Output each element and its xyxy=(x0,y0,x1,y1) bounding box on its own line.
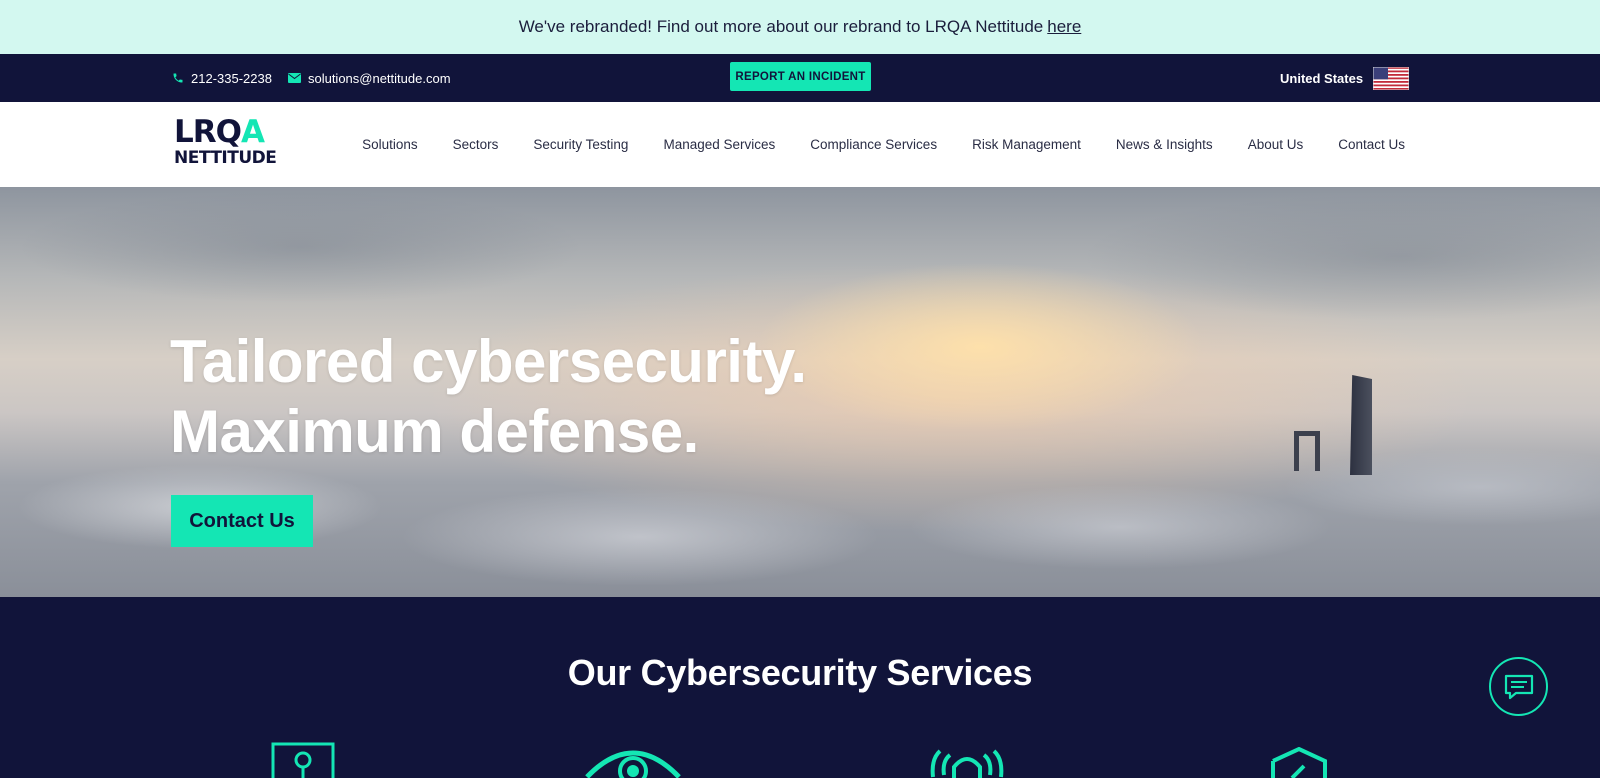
nav-item-solutions[interactable]: Solutions xyxy=(362,137,418,152)
email-address: solutions@nettitude.com xyxy=(307,70,451,86)
report-incident-button[interactable]: REPORT AN INCIDENT xyxy=(730,62,871,91)
nav-item-sectors[interactable]: Sectors xyxy=(453,137,499,152)
us-flag-icon xyxy=(1373,66,1410,90)
nav-menu: Solutions Sectors Security Testing Manag… xyxy=(362,102,1405,187)
phone-link[interactable]: 212-335-2238 xyxy=(172,71,272,86)
chat-icon xyxy=(1504,674,1533,699)
alarm-icon xyxy=(930,749,1004,778)
envelope-icon xyxy=(287,73,301,83)
hero-contact-button[interactable]: Contact Us xyxy=(171,495,313,547)
hero-banner: Tailored cybersecurity. Maximum defense.… xyxy=(0,187,1600,597)
country-selector[interactable]: United States xyxy=(1280,54,1410,102)
services-title: Our Cybersecurity Services xyxy=(567,652,1033,693)
logo-text-lrq: LRQ xyxy=(174,114,242,150)
banner-text: We've rebranded! Find out more about our… xyxy=(518,17,1044,36)
email-link[interactable]: solutions@nettitude.com xyxy=(287,70,451,86)
hero-headline-line2: Maximum defense. xyxy=(170,398,699,465)
shield-icon xyxy=(1271,747,1327,778)
logo[interactable]: LRQA NETTITUDE xyxy=(174,114,277,172)
nav-item-news-insights[interactable]: News & Insights xyxy=(1116,137,1213,152)
nav-item-risk-management[interactable]: Risk Management xyxy=(972,137,1081,152)
services-section: Our Cybersecurity Services xyxy=(0,597,1600,778)
keyhole-icon xyxy=(271,742,335,778)
hero-headline: Tailored cybersecurity. Maximum defense. xyxy=(170,327,807,467)
nav-item-security-testing[interactable]: Security Testing xyxy=(533,137,628,152)
skyscraper-small xyxy=(1294,431,1320,471)
eye-icon xyxy=(585,750,681,778)
main-nav: LRQA NETTITUDE Solutions Sectors Securit… xyxy=(0,102,1600,187)
country-label: United States xyxy=(1280,70,1364,86)
utility-bar: 212-335-2238 solutions@nettitude.com REP… xyxy=(0,54,1600,102)
nav-item-contact-us[interactable]: Contact Us xyxy=(1338,137,1405,152)
nav-item-about-us[interactable]: About Us xyxy=(1248,137,1304,152)
contact-info: 212-335-2238 solutions@nettitude.com xyxy=(172,54,451,102)
nav-item-managed-services[interactable]: Managed Services xyxy=(663,137,775,152)
phone-number: 212-335-2238 xyxy=(191,70,272,86)
nav-item-compliance-services[interactable]: Compliance Services xyxy=(810,137,937,152)
phone-icon xyxy=(173,73,183,83)
logo-text-nettitude: NETTITUDE xyxy=(174,148,277,168)
banner-link[interactable]: here xyxy=(1047,17,1081,37)
rebrand-banner: We've rebranded! Find out more about our… xyxy=(0,0,1600,54)
chat-button[interactable] xyxy=(1489,657,1548,716)
logo-text-a: A xyxy=(240,114,265,150)
skyscraper-tall xyxy=(1350,375,1372,475)
hero-headline-line1: Tailored cybersecurity. xyxy=(170,328,807,395)
